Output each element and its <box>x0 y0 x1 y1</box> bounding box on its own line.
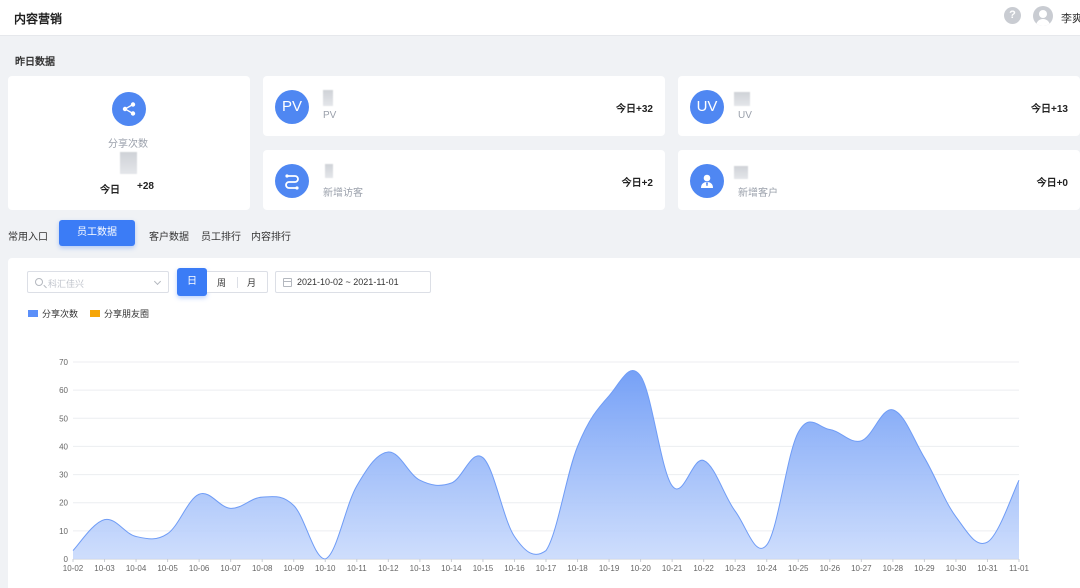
y-tick-label: 50 <box>59 414 68 423</box>
x-tick-label: 10-08 <box>252 564 273 573</box>
y-tick-label: 20 <box>59 499 68 508</box>
y-tick-label: 40 <box>59 442 68 451</box>
x-tick-label: 10-22 <box>693 564 714 573</box>
x-tick-label: 10-24 <box>756 564 777 573</box>
y-tick-label: 0 <box>64 555 69 564</box>
x-tick-label: 11-01 <box>1009 564 1029 573</box>
y-tick-label: 60 <box>59 386 68 395</box>
x-tick-label: 10-15 <box>473 564 494 573</box>
x-tick-label: 10-30 <box>946 564 967 573</box>
x-tick-label: 10-29 <box>914 564 935 573</box>
x-tick-label: 10-16 <box>504 564 525 573</box>
x-tick-label: 10-02 <box>63 564 84 573</box>
x-tick-label: 10-21 <box>662 564 683 573</box>
x-tick-label: 10-14 <box>441 564 462 573</box>
x-tick-label: 10-04 <box>126 564 147 573</box>
y-tick-label: 10 <box>59 527 68 536</box>
share-area-chart: 0 10 20 30 40 50 60 70 10-02 10-03 10-04 10-05 10-06… <box>59 358 1029 573</box>
x-tick-label: 10-20 <box>630 564 651 573</box>
x-tick-label: 10-13 <box>410 564 431 573</box>
x-tick-label: 10-25 <box>788 564 809 573</box>
x-tick-label: 10-07 <box>220 564 241 573</box>
x-tick-label: 10-26 <box>820 564 841 573</box>
x-tick-label: 10-18 <box>567 564 588 573</box>
x-tick-label: 10-03 <box>94 564 115 573</box>
x-tick-label: 10-27 <box>851 564 872 573</box>
x-tick-label: 10-17 <box>536 564 557 573</box>
y-tick-label: 70 <box>59 358 68 367</box>
x-tick-label: 10-28 <box>883 564 904 573</box>
y-tick-label: 30 <box>59 471 68 480</box>
x-tick-label: 10-19 <box>599 564 620 573</box>
x-tick-label: 10-11 <box>347 564 367 573</box>
x-tick-label: 10-23 <box>725 564 746 573</box>
x-tick-label: 10-06 <box>189 564 210 573</box>
x-tick-label: 10-31 <box>977 564 998 573</box>
x-tick-label: 10-05 <box>157 564 178 573</box>
x-tick-label: 10-09 <box>283 564 304 573</box>
x-tick-label: 10-10 <box>315 564 336 573</box>
x-tick-label: 10-12 <box>378 564 399 573</box>
